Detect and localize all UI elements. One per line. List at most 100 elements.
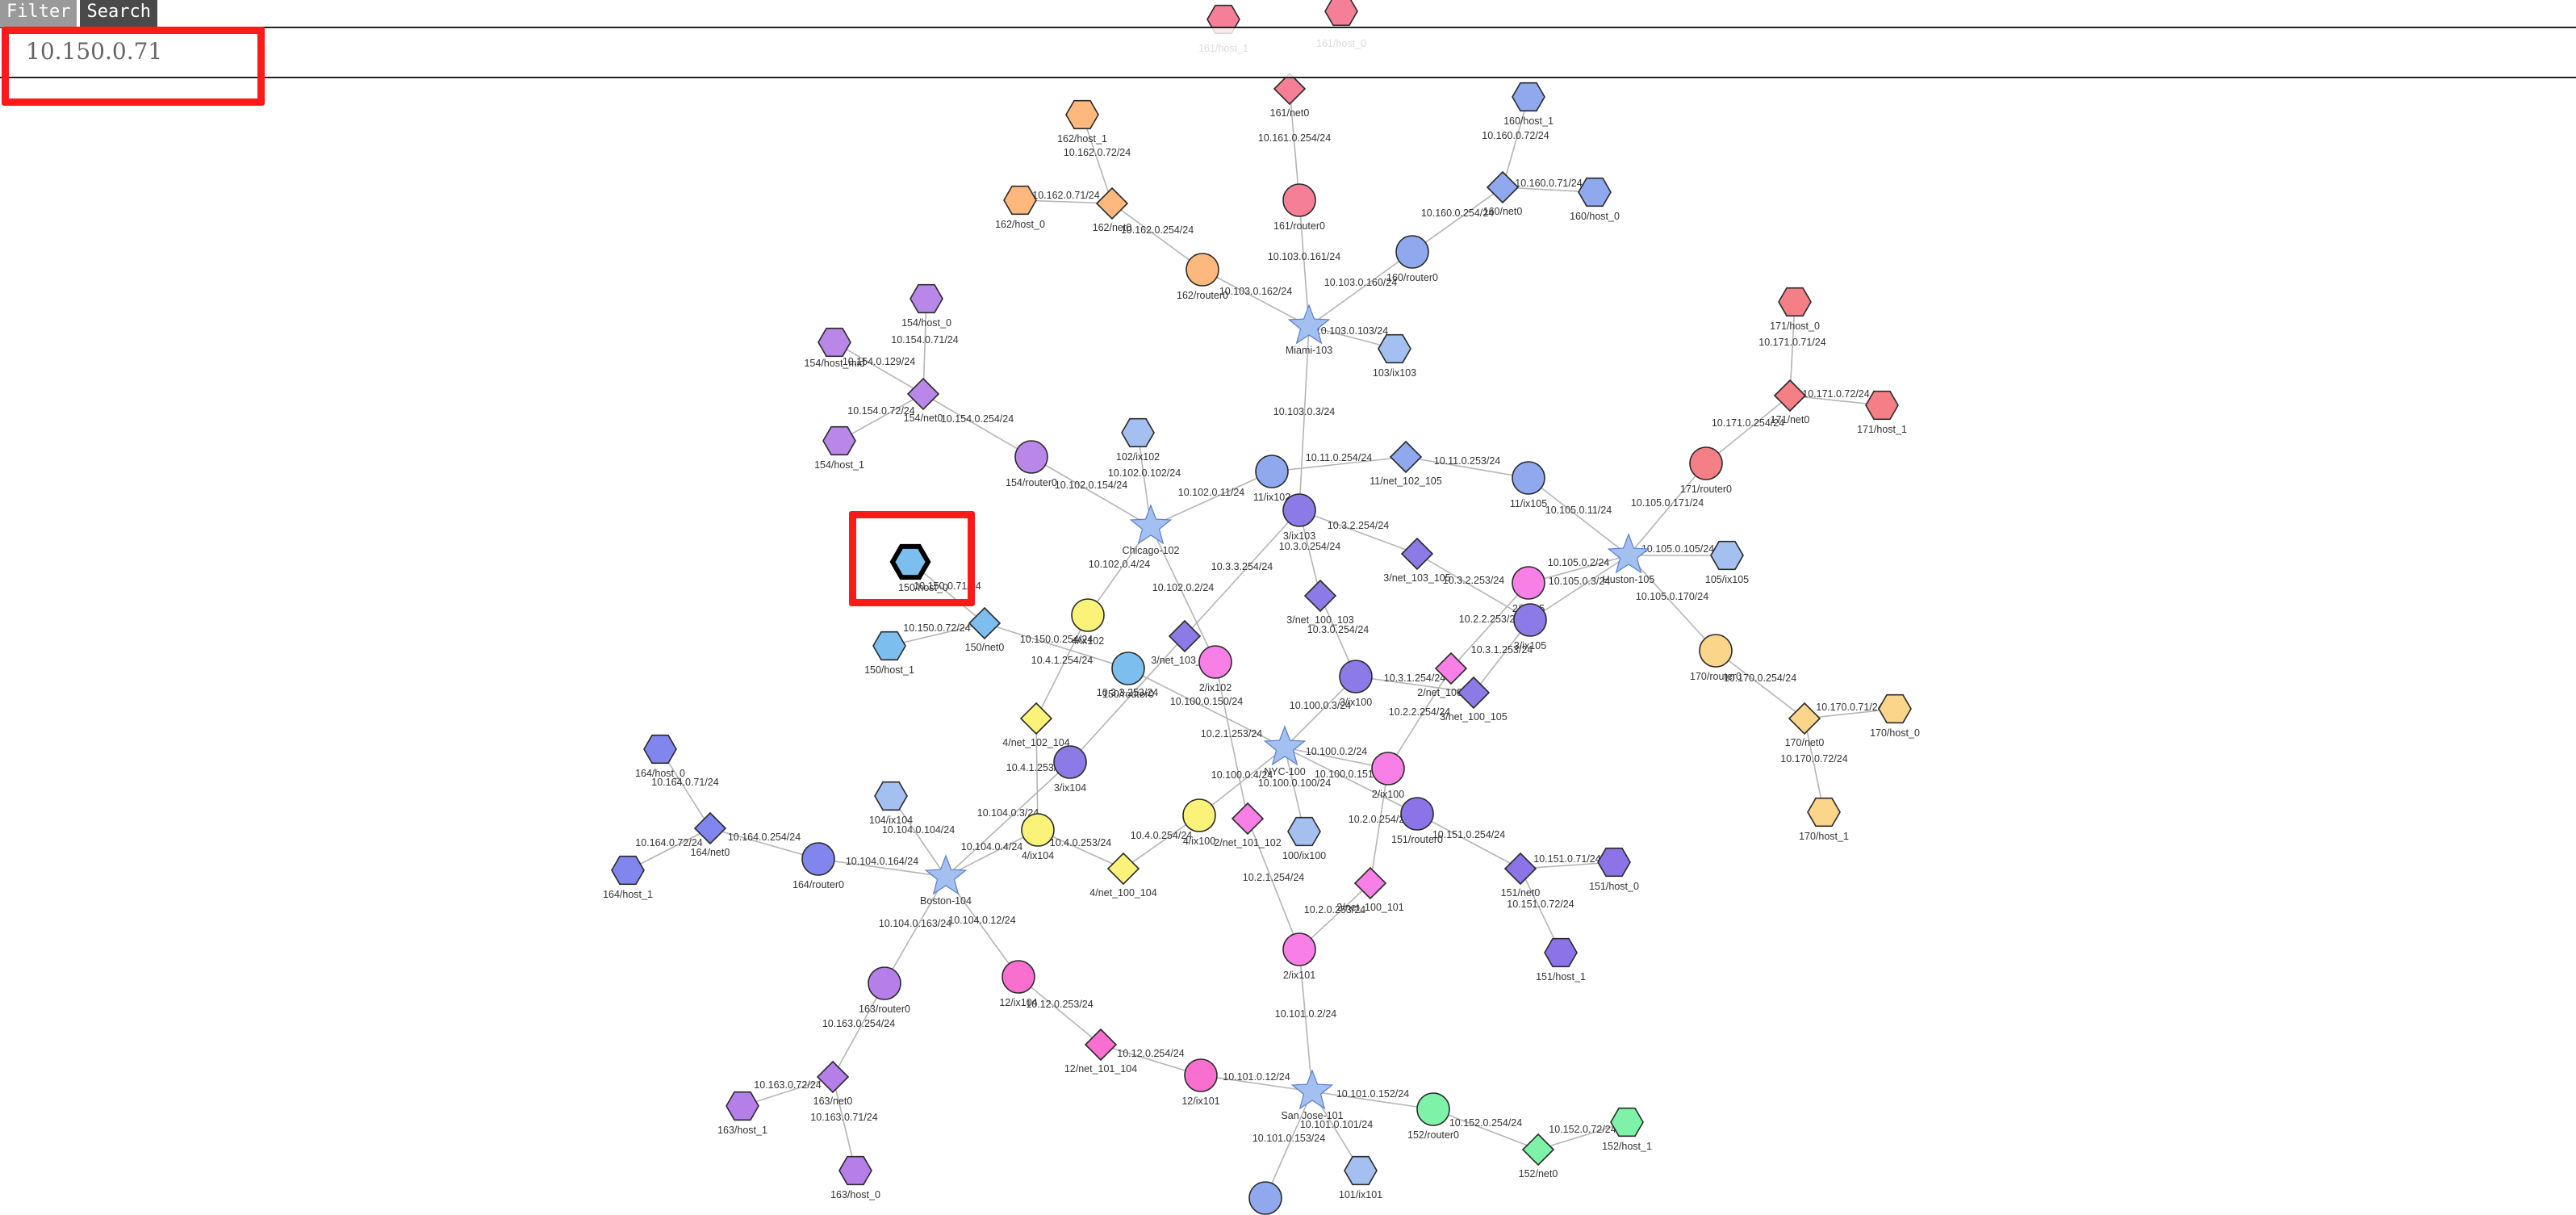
edge-label: 10.102.0.4/24 (1089, 559, 1151, 570)
node-nyc-star-icon[interactable]: NYC-100 (1263, 725, 1307, 777)
node-label: 170/host_0 (1870, 727, 1920, 739)
edge-label: 10.160.0.72/24 (1482, 130, 1549, 141)
node-label: 161/router0 (1273, 220, 1325, 232)
node-171-host-0-hexagon-icon[interactable]: 171/host_0 (1770, 287, 1820, 332)
node-160-router0-circle-icon[interactable]: 160/router0 (1386, 235, 1438, 283)
node-3-ix104-circle-icon[interactable]: 3/ix104 (1053, 745, 1087, 794)
node-163-host-1-hexagon-icon[interactable]: 163/host_1 (717, 1091, 767, 1136)
node-2-net-101-102-diamond-icon[interactable]: 2/net_101_102 (1214, 802, 1282, 848)
node-4-ix100-circle-icon[interactable]: 4/ix100 (1182, 798, 1216, 847)
node-4-net-100-104-diamond-icon[interactable]: 4/net_100_104 (1089, 852, 1157, 899)
edge-label: 10.170.0.71/24 (1816, 702, 1883, 713)
node-101-ix101-hexagon-icon[interactable]: 101/ix101 (1339, 1155, 1382, 1200)
node-11-ix102-circle-icon[interactable]: 11/ix102 (1253, 455, 1290, 503)
node-4-ix102-circle-icon[interactable]: 4/ix102 (1071, 598, 1105, 647)
node-label: 152/router0 (1407, 1129, 1459, 1141)
node-150-host-0-hexagon-icon[interactable]: 150/host_0 (889, 543, 948, 593)
node-3-net-100-103-diamond-icon[interactable]: 3/net_100_103 (1286, 579, 1354, 626)
node-bottom-router-circle-icon[interactable] (1248, 1181, 1282, 1215)
node-label: 11/net_102_105 (1370, 476, 1441, 487)
node-12-ix101-circle-icon[interactable]: 12/ix101 (1181, 1058, 1220, 1107)
node-3-ix105-circle-icon[interactable]: 3/ix105 (1513, 603, 1547, 651)
edge-label: 10.3.3.254/24 (1211, 561, 1273, 572)
node-label: 4/net_102_104 (1002, 737, 1069, 748)
node-163-host-0-hexagon-icon[interactable]: 163/host_0 (830, 1155, 880, 1200)
node-164-host-0-hexagon-icon[interactable]: 164/host_0 (635, 734, 685, 779)
node-label: 105/ix105 (1705, 574, 1749, 585)
node-164-router0-circle-icon[interactable]: 164/router0 (792, 842, 844, 890)
edge-label: 10.103.0.103/24 (1315, 325, 1388, 337)
node-100-ix100-hexagon-icon[interactable]: 100/ix100 (1282, 816, 1326, 861)
node-label: 101/ix101 (1339, 1189, 1382, 1200)
node-152-net0-diamond-icon[interactable]: 152/net0 (1519, 1133, 1558, 1179)
node-162-router0-circle-icon[interactable]: 162/router0 (1177, 253, 1228, 301)
node-label: 3/ix100 (1340, 697, 1372, 708)
tab-search[interactable]: Search (80, 0, 157, 27)
search-input[interactable] (24, 36, 253, 65)
node-label: 162/host_0 (995, 219, 1045, 230)
graph-nodes: 161/host_1161/host_0161/net0161/router01… (603, 0, 1920, 1215)
node-3-ix103-circle-icon[interactable]: 3/ix103 (1282, 493, 1316, 542)
node-164-host-1-hexagon-icon[interactable]: 164/host_1 (603, 855, 653, 900)
edge-label: 10.105.0.3/24 (1549, 576, 1611, 587)
node-154-host-1-hexagon-icon[interactable]: 154/host_1 (814, 425, 864, 471)
node-label: 162/router0 (1177, 290, 1228, 301)
node-label: 171/host_0 (1770, 321, 1820, 332)
node-label: 161/net0 (1270, 107, 1310, 119)
edge-label: 10.105.0.2/24 (1548, 557, 1610, 568)
edge-3-ix103-3-net-103-104 (1184, 509, 1300, 637)
node-170-router0-circle-icon[interactable]: 170/router0 (1690, 634, 1742, 682)
node-11-net-102-105-diamond-icon[interactable]: 11/net_102_105 (1370, 440, 1442, 487)
search-bar (0, 27, 2576, 78)
node-103-ix103-hexagon-icon[interactable]: 103/ix103 (1373, 333, 1416, 379)
edge-label: 10.101.0.153/24 (1252, 1133, 1325, 1144)
node-154-host-0-hexagon-icon[interactable]: 154/host_0 (901, 283, 951, 329)
node-label: 103/ix103 (1373, 367, 1416, 379)
node-3-net-100-105-diamond-icon[interactable]: 3/net_100_105 (1440, 676, 1508, 723)
node-label: Huston-105 (1603, 574, 1655, 585)
node-label: 151/router0 (1391, 834, 1443, 845)
node-sanjose-star-icon[interactable]: San Jose-101 (1281, 1069, 1344, 1121)
node-chicago-star-icon[interactable]: Chicago-102 (1123, 504, 1180, 556)
node-170-host-1-hexagon-icon[interactable]: 170/host_1 (1799, 797, 1849, 842)
edge-label: 10.105.0.11/24 (1545, 505, 1612, 516)
tab-filter[interactable]: Filter (0, 0, 77, 27)
node-151-host-1-hexagon-icon[interactable]: 151/host_1 (1536, 937, 1586, 982)
node-161-net0-diamond-icon[interactable]: 161/net0 (1270, 72, 1310, 119)
node-11-ix105-circle-icon[interactable]: 11/ix105 (1510, 461, 1547, 509)
node-154-router0-circle-icon[interactable]: 154/router0 (1006, 440, 1057, 488)
node-label: 4/ix102 (1072, 635, 1104, 647)
node-162-host-1-hexagon-icon[interactable]: 162/host_1 (1057, 99, 1107, 145)
edge-label: 10.102.0.102/24 (1108, 467, 1181, 479)
node-2-ix100-circle-icon[interactable]: 2/ix100 (1371, 752, 1405, 800)
node-12-ix104-circle-icon[interactable]: 12/ix104 (999, 960, 1038, 1008)
network-graph[interactable]: 10.161.0.254/24 10.103.0.161/24 10.162.0.7… (0, 0, 2576, 1215)
node-2-net-100-101-diamond-icon[interactable]: 2/net_100_101 (1336, 866, 1404, 913)
node-label: 170/router0 (1690, 671, 1742, 682)
edge-boston-163-router0 (884, 876, 947, 984)
node-label: 100/ix100 (1282, 850, 1326, 861)
node-154-host-mid-hexagon-icon[interactable]: 154/host_mid (804, 327, 865, 369)
node-label: 163/net0 (813, 1096, 853, 1107)
edge-label: 10.11.0.253/24 (1434, 455, 1501, 467)
node-label: 162/host_1 (1057, 133, 1107, 145)
node-4-net-102-104-diamond-icon[interactable]: 4/net_102_104 (1002, 702, 1070, 748)
node-2-ix102-circle-icon[interactable]: 2/ix102 (1198, 645, 1232, 693)
node-163-router0-circle-icon[interactable]: 163/router0 (859, 966, 910, 1015)
node-label: 171/host_1 (1857, 424, 1907, 435)
node-161-router0-circle-icon[interactable]: 161/router0 (1273, 183, 1325, 232)
node-label: 11/ix105 (1510, 498, 1547, 509)
node-150-router0-circle-icon[interactable]: 150/router0 (1102, 651, 1154, 700)
node-4-ix104-circle-icon[interactable]: 4/ix104 (1021, 813, 1055, 861)
node-150-host-1-hexagon-icon[interactable]: 150/host_1 (864, 631, 914, 676)
node-boston-star-icon[interactable]: Boston-104 (920, 854, 972, 907)
node-171-router0-circle-icon[interactable]: 171/router0 (1680, 446, 1732, 495)
node-160-host-1-hexagon-icon[interactable]: 160/host_1 (1503, 82, 1554, 127)
app-root: 10.161.0.254/24 10.103.0.161/24 10.162.0.7… (0, 0, 2576, 1215)
node-171-net0-diamond-icon[interactable]: 171/net0 (1771, 379, 1810, 425)
node-102-ix102-hexagon-icon[interactable]: 102/ix102 (1116, 417, 1160, 463)
node-104-ix104-hexagon-icon[interactable]: 104/ix104 (869, 781, 913, 826)
node-150-net0-diamond-icon[interactable]: 150/net0 (965, 606, 1005, 653)
node-2-ix101-circle-icon[interactable]: 2/ix101 (1282, 932, 1316, 981)
node-3-ix100-circle-icon[interactable]: 3/ix100 (1339, 660, 1373, 708)
